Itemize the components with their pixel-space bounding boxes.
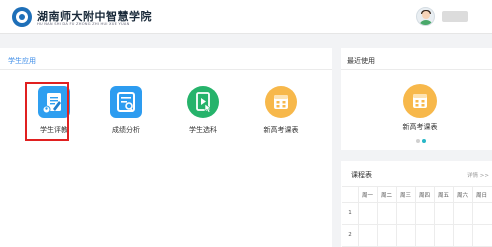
panel-title: 最近使用 (347, 57, 375, 65)
column-header-day: 周四 (418, 193, 430, 199)
report-icon (110, 86, 142, 118)
row-number: 1 (348, 210, 352, 216)
carousel-dot-active[interactable] (422, 139, 426, 143)
app-label: 学生选科 (189, 126, 217, 134)
course-schedule-panel: 课程表 详情 >> 周一 周二 周三 周四 周五 周六 周日 1 2 (341, 161, 492, 247)
student-apps-panel: 学生应用 (0, 48, 332, 247)
row-number: 2 (348, 232, 352, 238)
panel-title: 课程表 (351, 171, 372, 179)
app-new-gaokao-schedule[interactable]: 新高考课表 (251, 84, 311, 144)
carousel-dot[interactable] (416, 139, 420, 143)
school-logo-icon (12, 7, 32, 27)
app-grade-analysis[interactable]: 成绩分析 (96, 84, 156, 144)
select-icon (187, 86, 219, 118)
school-subtitle: HU NAN SHI DA FU ZHONG ZHI HUI XUE YUAN (37, 22, 130, 26)
app-label: 新高考课表 (263, 126, 299, 134)
recently-used-panel: 最近使用 新高考课表 (341, 48, 492, 150)
column-header-day: 周五 (437, 193, 449, 199)
divider (0, 69, 332, 70)
selection-highlight (25, 82, 69, 141)
tab-student-apps[interactable]: 学生应用 (8, 56, 36, 66)
schedule-table: 周一 周二 周三 周四 周五 周六 周日 1 2 (342, 186, 492, 247)
column-header-day: 周三 (399, 193, 411, 199)
user-name[interactable] (442, 11, 468, 22)
details-link[interactable]: 详情 >> (467, 171, 489, 179)
column-header-day: 周日 (475, 193, 487, 199)
app-label: 成绩分析 (112, 126, 140, 134)
recent-item-label[interactable]: 新高考课表 (381, 122, 459, 132)
app-subject-selection[interactable]: 学生选科 (173, 84, 233, 144)
user-avatar[interactable] (416, 7, 435, 26)
top-bar: 湖南师大附中智慧学院 HU NAN SHI DA FU ZHONG ZHI HU… (0, 0, 492, 34)
column-header-day: 周六 (456, 193, 468, 199)
calendar-icon (265, 86, 297, 118)
column-header-day: 周一 (361, 193, 373, 199)
divider (341, 69, 492, 70)
column-header-day: 周二 (380, 193, 392, 199)
calendar-icon[interactable] (403, 84, 437, 118)
